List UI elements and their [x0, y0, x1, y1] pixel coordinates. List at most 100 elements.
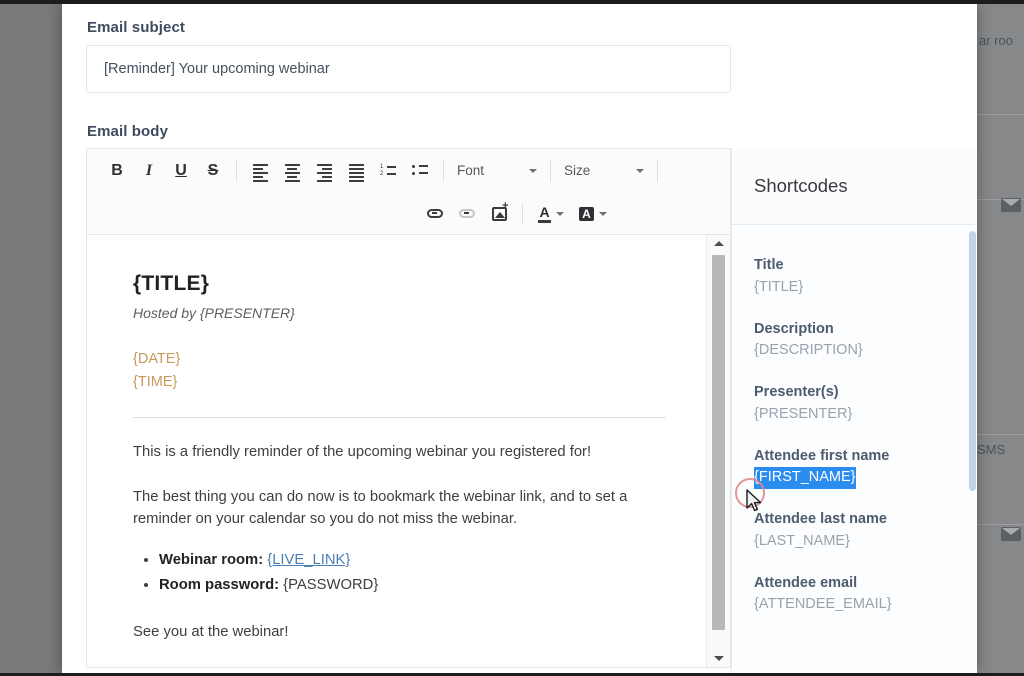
email-details-list: Webinar room: {LIVE_LINK} Room password:…: [159, 550, 666, 596]
chevron-down-icon: [529, 169, 537, 173]
unordered-list-icon: [412, 164, 428, 177]
scroll-down-arrow-icon[interactable]: [707, 650, 730, 667]
align-left-icon: [253, 164, 268, 177]
background-color-letter: A: [579, 207, 594, 221]
email-subject-label: Email subject: [87, 19, 185, 36]
backdrop-card: [977, 0, 1024, 115]
background-color-button[interactable]: A: [572, 199, 614, 229]
shortcode-item-presenter[interactable]: Presenter(s) {PRESENTER}: [754, 382, 955, 426]
shortcodes-scrollbar[interactable]: [968, 225, 977, 673]
bold-icon: B: [111, 163, 123, 179]
list-item: Webinar room: {LIVE_LINK}: [159, 550, 666, 571]
align-left-button[interactable]: [244, 156, 276, 186]
shortcode-value[interactable]: {PRESENTER}: [754, 404, 852, 426]
shortcode-label: Attendee first name: [754, 446, 955, 468]
shortcode-label: Description: [754, 319, 955, 341]
bold-button[interactable]: B: [101, 156, 133, 186]
backdrop-right-page: ar roo SMS: [977, 0, 1024, 676]
shortcode-item-title[interactable]: Title {TITLE}: [754, 255, 955, 299]
email-time: {TIME}: [133, 371, 666, 394]
rich-text-editor: B I U S: [86, 148, 731, 668]
password-shortcode: {PASSWORD}: [283, 577, 378, 593]
font-family-select[interactable]: Font: [451, 157, 543, 185]
email-preview[interactable]: {TITLE} Hosted by {PRESENTER} {DATE} {TI…: [87, 235, 706, 667]
italic-icon: I: [146, 163, 152, 179]
backdrop-card: [977, 525, 1024, 676]
shortcode-item-description[interactable]: Description {DESCRIPTION}: [754, 319, 955, 363]
shortcode-value[interactable]: {ATTENDEE_EMAIL}: [754, 594, 892, 616]
toolbar-divider: [522, 203, 523, 225]
live-link-shortcode[interactable]: {LIVE_LINK}: [267, 552, 350, 568]
shortcode-label: Presenter(s): [754, 382, 955, 404]
backdrop-card: [977, 115, 1024, 200]
envelope-icon: [1001, 527, 1021, 541]
toolbar-divider: [236, 160, 237, 182]
screen-top-band: [0, 0, 1024, 4]
email-date: {DATE}: [133, 348, 666, 371]
unlink-icon: [459, 209, 475, 218]
email-template-modal: Email subject Email body B I U S: [62, 3, 977, 673]
font-size-select[interactable]: Size: [558, 157, 650, 185]
editor-scrollbar-thumb[interactable]: [712, 255, 725, 630]
align-center-icon: [285, 164, 300, 177]
shortcode-label: Attendee email: [754, 573, 955, 595]
shortcode-item-attendee-email[interactable]: Attendee email {ATTENDEE_EMAIL}: [754, 573, 955, 617]
align-justify-button[interactable]: [340, 156, 372, 186]
list-item-label: Webinar room:: [159, 552, 263, 568]
toolbar-row-primary: B I U S: [87, 149, 730, 192]
email-body-label: Email body: [87, 123, 168, 140]
email-subject-input[interactable]: [86, 45, 731, 93]
remove-link-button[interactable]: [451, 199, 483, 229]
shortcodes-panel: Shortcodes Title {TITLE} Description {DE…: [731, 148, 977, 673]
email-divider: [133, 417, 666, 418]
underline-button[interactable]: U: [165, 156, 197, 186]
shortcodes-header: Shortcodes: [732, 148, 977, 225]
align-center-button[interactable]: [276, 156, 308, 186]
editor-toolbar: B I U S: [87, 149, 730, 235]
align-right-button[interactable]: [308, 156, 340, 186]
shortcodes-scrollbar-thumb[interactable]: [969, 231, 976, 491]
ordered-list-icon: 1 2: [380, 164, 396, 177]
italic-button[interactable]: I: [133, 156, 165, 186]
email-paragraph-2: The best thing you can do now is to book…: [133, 487, 666, 530]
chevron-down-icon: [636, 169, 644, 173]
shortcodes-title: Shortcodes: [754, 175, 848, 197]
unordered-list-button[interactable]: [404, 156, 436, 186]
text-color-button[interactable]: A: [530, 199, 572, 229]
shortcode-label: Attendee last name: [754, 509, 955, 531]
email-closing: See you at the webinar!: [133, 622, 666, 643]
text-color-letter: A: [538, 205, 550, 223]
shortcodes-list: Title {TITLE} Description {DESCRIPTION} …: [732, 225, 977, 673]
editor-scrollbar[interactable]: [706, 235, 730, 667]
envelope-icon: [1001, 198, 1021, 212]
underline-icon: U: [175, 163, 187, 179]
align-justify-icon: [349, 164, 364, 177]
chevron-down-icon: [556, 212, 564, 216]
link-icon: [427, 209, 443, 218]
insert-image-button[interactable]: [483, 199, 515, 229]
insert-image-icon: [492, 207, 507, 221]
ordered-list-button[interactable]: 1 2: [372, 156, 404, 186]
shortcode-value[interactable]: {LAST_NAME}: [754, 531, 850, 553]
mouse-cursor: [746, 489, 764, 515]
backdrop-left-strip: [0, 0, 62, 676]
shortcode-item-last-name[interactable]: Attendee last name {LAST_NAME}: [754, 509, 955, 553]
text-color-icon: A: [538, 205, 563, 223]
background-color-icon: A: [579, 207, 607, 221]
shortcode-value[interactable]: {DESCRIPTION}: [754, 340, 863, 362]
strikethrough-button[interactable]: S: [197, 156, 229, 186]
insert-link-button[interactable]: [419, 199, 451, 229]
list-item-label: Room password:: [159, 577, 279, 593]
toolbar-divider: [550, 160, 551, 182]
chevron-down-icon: [599, 212, 607, 216]
strikethrough-icon: S: [208, 163, 219, 179]
scroll-up-arrow-icon[interactable]: [707, 235, 730, 252]
email-title: {TITLE}: [133, 269, 666, 299]
editor-content-area[interactable]: {TITLE} Hosted by {PRESENTER} {DATE} {TI…: [87, 235, 730, 667]
align-right-icon: [317, 164, 332, 177]
shortcode-item-first-name[interactable]: Attendee first name {FIRST_NAME}: [754, 446, 955, 490]
shortcode-label: Title: [754, 255, 955, 277]
backdrop-card: [977, 200, 1024, 435]
shortcode-value-selected[interactable]: {FIRST_NAME}: [754, 467, 856, 489]
shortcode-value[interactable]: {TITLE}: [754, 277, 803, 299]
